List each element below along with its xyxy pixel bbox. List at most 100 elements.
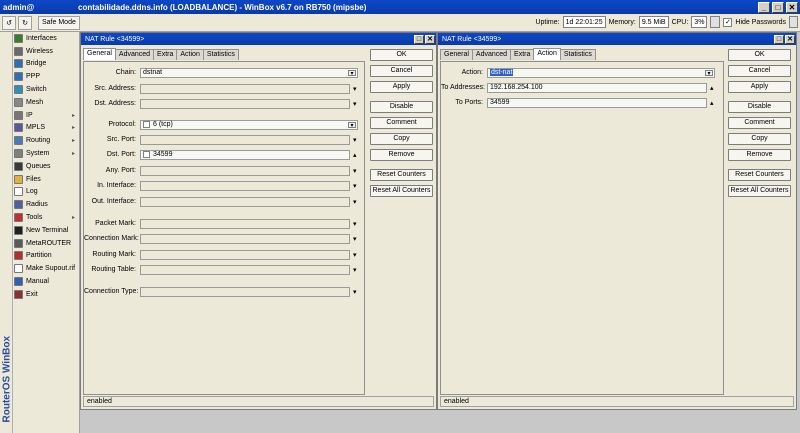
- sidebar-item-system[interactable]: System ▸: [13, 147, 79, 160]
- disable-button[interactable]: Disable: [728, 101, 791, 113]
- disable-button[interactable]: Disable: [370, 101, 433, 113]
- chevron-up-icon[interactable]: ▴: [710, 99, 714, 107]
- tab-advanced[interactable]: Advanced: [114, 49, 155, 60]
- comment-button[interactable]: Comment: [728, 117, 791, 129]
- close-icon[interactable]: ✕: [785, 34, 795, 44]
- chevron-down-icon[interactable]: ▾: [353, 167, 357, 175]
- copy-button[interactable]: Copy: [370, 133, 433, 145]
- protocol-negate-checkbox[interactable]: [143, 121, 150, 128]
- dropdown-icon[interactable]: ▾: [705, 69, 713, 77]
- in-interface-field[interactable]: [140, 180, 350, 191]
- connection-mark-field[interactable]: [140, 233, 350, 244]
- chevron-down-icon[interactable]: ▾: [353, 198, 357, 206]
- hide-passwords-checkbox[interactable]: ✓: [723, 17, 733, 27]
- reset-counters-button[interactable]: Reset Counters: [370, 169, 433, 181]
- sidebar-item-routing[interactable]: Routing ▸: [13, 134, 79, 147]
- remove-button[interactable]: Remove: [728, 149, 791, 161]
- tab-general[interactable]: General: [83, 48, 116, 60]
- tab-extra[interactable]: Extra: [510, 49, 535, 60]
- apply-button[interactable]: Apply: [728, 81, 791, 93]
- sidebar-item-new-terminal[interactable]: New Terminal: [13, 224, 79, 237]
- sidebar-item-tools[interactable]: Tools ▸: [13, 211, 79, 224]
- sidebar-item-metarouter[interactable]: MetaROUTER: [13, 237, 79, 250]
- close-icon[interactable]: ✕: [786, 1, 798, 13]
- chevron-down-icon[interactable]: ▾: [353, 136, 357, 144]
- chevron-down-icon[interactable]: ▾: [353, 235, 357, 243]
- chevron-down-icon[interactable]: ▾: [353, 266, 357, 274]
- tab-statistics[interactable]: Statistics: [559, 49, 596, 60]
- safe-mode-button[interactable]: Safe Mode: [38, 15, 80, 30]
- protocol-field[interactable]: 6 (tcp) ▾: [140, 119, 358, 130]
- copy-button[interactable]: Copy: [728, 133, 791, 145]
- tab-statistics[interactable]: Statistics: [202, 49, 239, 60]
- tab-action[interactable]: Action: [176, 49, 204, 60]
- reset-all-counters-button[interactable]: Reset All Counters: [370, 185, 433, 197]
- redo-button[interactable]: ↻: [18, 15, 32, 30]
- src-port-field[interactable]: [140, 134, 350, 145]
- chevron-up-icon[interactable]: ▴: [353, 151, 357, 159]
- apply-button[interactable]: Apply: [370, 81, 433, 93]
- sidebar-item-partition[interactable]: Partition: [13, 250, 79, 263]
- sidebar-item-make-supout-rif[interactable]: Make Supout.rif: [13, 262, 79, 275]
- close-icon[interactable]: ✕: [425, 34, 435, 44]
- chain-select[interactable]: dstnat ▾: [140, 67, 358, 78]
- routing-table-field[interactable]: [140, 264, 350, 275]
- sidebar-item-interfaces[interactable]: Interfaces: [13, 32, 79, 45]
- dst-port-negate-checkbox[interactable]: [143, 151, 150, 158]
- reset-all-counters-button[interactable]: Reset All Counters: [728, 185, 791, 197]
- sidebar-item-ppp[interactable]: PPP: [13, 70, 79, 83]
- restore-icon[interactable]: □: [414, 34, 424, 44]
- remove-button[interactable]: Remove: [370, 149, 433, 161]
- routing-mark-field[interactable]: [140, 249, 350, 260]
- chevron-down-icon[interactable]: ▾: [353, 182, 357, 190]
- tab-extra[interactable]: Extra: [153, 49, 178, 60]
- dropdown-icon[interactable]: ▾: [348, 69, 356, 77]
- sidebar-item-switch[interactable]: Switch: [13, 83, 79, 96]
- action-pane: Action: dst-nat ▾ To Addresses: 192.168.…: [440, 61, 724, 395]
- sidebar-item-files[interactable]: Files: [13, 173, 79, 186]
- chevron-down-icon[interactable]: ▾: [353, 220, 357, 228]
- out-interface-field[interactable]: [140, 196, 350, 207]
- to-ports-field[interactable]: 34599: [487, 97, 707, 108]
- chevron-up-icon[interactable]: ▴: [710, 84, 714, 92]
- to-addresses-field[interactable]: 192.168.254.100: [487, 82, 707, 93]
- dropdown-icon[interactable]: ▾: [348, 121, 356, 129]
- src-port-label: Src. Port:: [106, 136, 136, 143]
- maximize-icon[interactable]: □: [772, 1, 784, 13]
- reset-counters-button[interactable]: Reset Counters: [728, 169, 791, 181]
- cancel-button[interactable]: Cancel: [370, 65, 433, 77]
- connection-type-field[interactable]: [140, 286, 350, 297]
- sidebar-item-ip[interactable]: IP ▸: [13, 109, 79, 122]
- chevron-down-icon[interactable]: ▾: [353, 100, 357, 108]
- sidebar-item-queues[interactable]: Queues: [13, 160, 79, 173]
- chevron-down-icon[interactable]: ▾: [353, 85, 357, 93]
- restore-icon[interactable]: □: [774, 34, 784, 44]
- sidebar-item-wireless[interactable]: Wireless: [13, 45, 79, 58]
- minimize-icon[interactable]: _: [758, 1, 770, 13]
- sidebar-item-bridge[interactable]: Bridge: [13, 58, 79, 71]
- any-port-field[interactable]: [140, 165, 350, 176]
- dst-address-field[interactable]: [140, 98, 350, 109]
- ok-button[interactable]: OK: [370, 49, 433, 61]
- tab-advanced[interactable]: Advanced: [471, 49, 512, 60]
- cancel-button[interactable]: Cancel: [728, 65, 791, 77]
- comment-button[interactable]: Comment: [370, 117, 433, 129]
- tab-general[interactable]: General: [440, 49, 473, 60]
- workspace-background: [80, 410, 800, 433]
- sidebar-item-log[interactable]: Log: [13, 186, 79, 199]
- sidebar-item-mpls[interactable]: MPLS ▸: [13, 122, 79, 135]
- undo-button[interactable]: ↺: [2, 15, 16, 30]
- sidebar-item-exit[interactable]: Exit: [13, 288, 79, 301]
- ok-button[interactable]: OK: [728, 49, 791, 61]
- dst-port-field[interactable]: 34599: [140, 149, 350, 160]
- action-select[interactable]: dst-nat ▾: [487, 67, 715, 78]
- sidebar-item-label: Log: [26, 188, 38, 196]
- packet-mark-field[interactable]: [140, 218, 350, 229]
- sidebar-item-mesh[interactable]: Mesh: [13, 96, 79, 109]
- tab-action[interactable]: Action: [533, 48, 561, 60]
- src-address-field[interactable]: [140, 83, 350, 94]
- chevron-down-icon[interactable]: ▾: [353, 251, 357, 259]
- chevron-down-icon[interactable]: ▾: [353, 288, 357, 296]
- sidebar-item-radius[interactable]: Radius: [13, 198, 79, 211]
- sidebar-item-manual[interactable]: Manual: [13, 275, 79, 288]
